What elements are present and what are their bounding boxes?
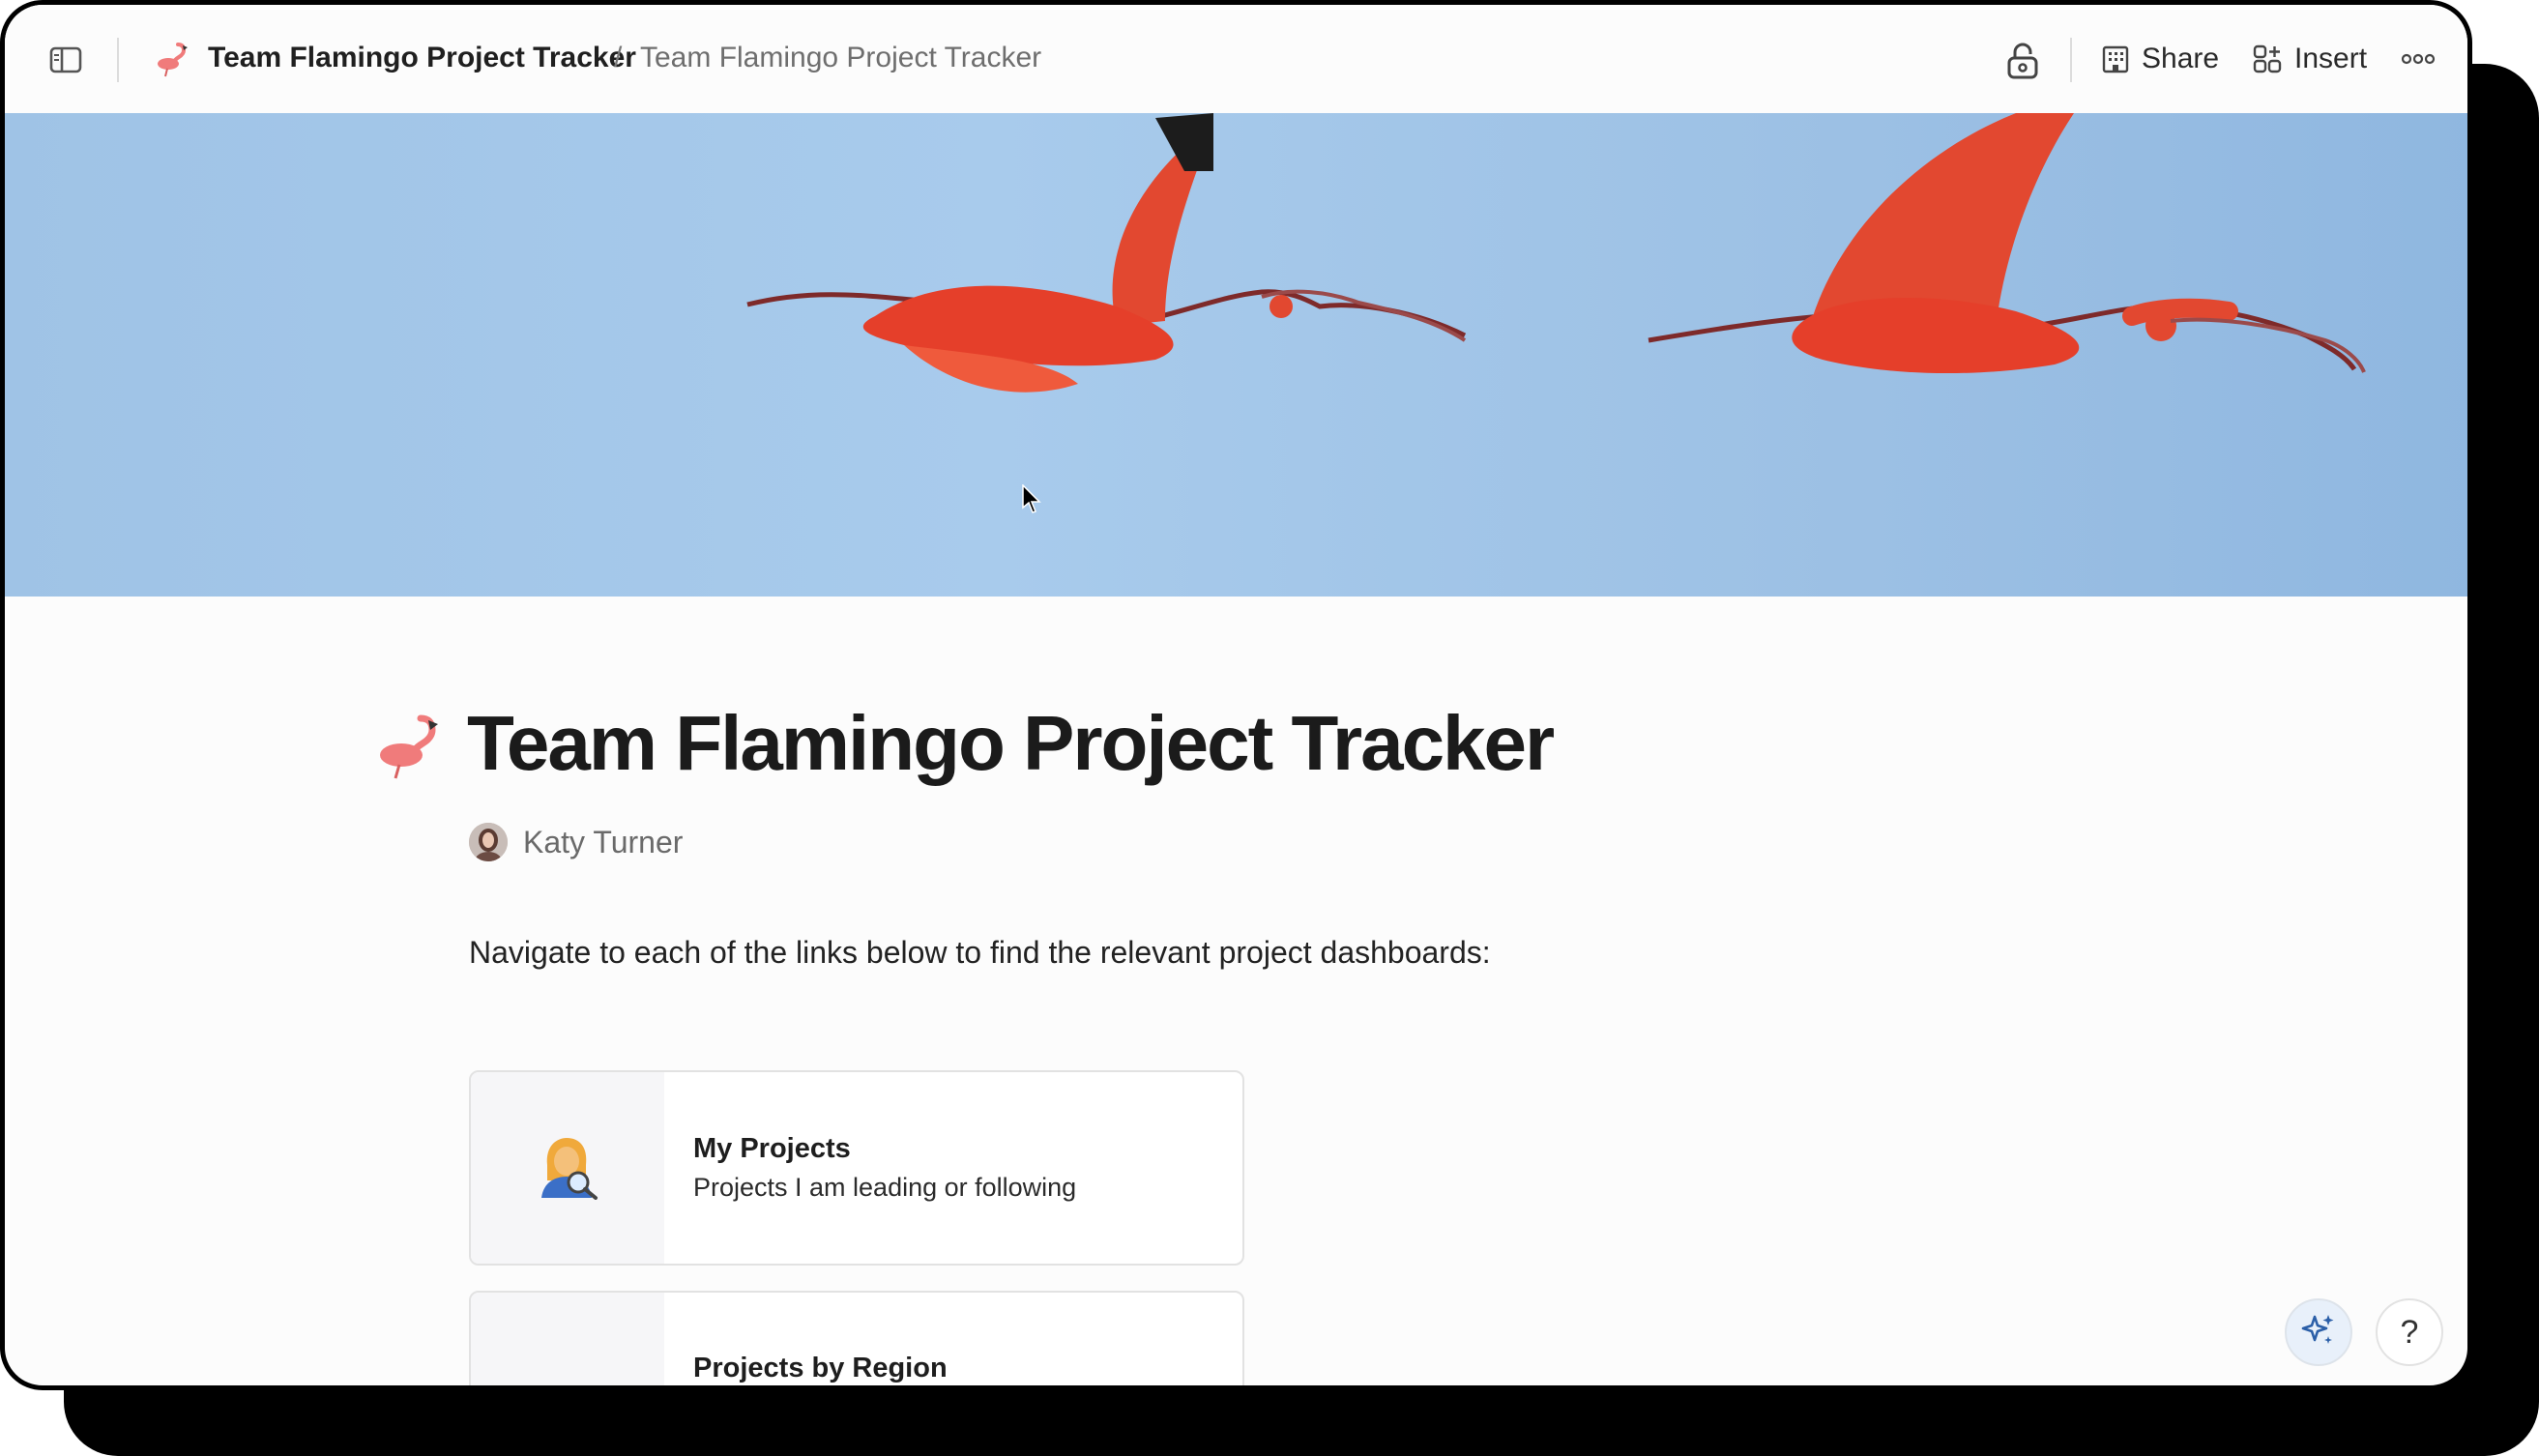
toolbar-divider bbox=[2070, 38, 2072, 82]
insert-widget-icon bbox=[2252, 44, 2283, 74]
avatar[interactable] bbox=[469, 823, 508, 861]
author-name[interactable]: Katy Turner bbox=[523, 825, 683, 860]
breadcrumb-page-title[interactable]: Team Flamingo Project Tracker bbox=[640, 42, 1041, 74]
more-options-icon[interactable] bbox=[2399, 44, 2437, 74]
lock-icon[interactable] bbox=[2004, 42, 2041, 80]
card-thumbnail bbox=[471, 1293, 664, 1391]
toolbar-divider bbox=[117, 38, 119, 82]
top-bar: Team Flamingo Project Tracker / Team Fla… bbox=[5, 5, 2467, 113]
mouse-cursor-icon bbox=[1022, 483, 1041, 515]
card-description: Projects I am leading or following bbox=[693, 1173, 1077, 1202]
scarlet-ibis-left bbox=[746, 113, 1467, 393]
share-button[interactable]: Share bbox=[2101, 38, 2219, 80]
author-byline: Katy Turner bbox=[469, 823, 683, 861]
building-icon bbox=[2101, 44, 2130, 73]
help-button[interactable]: ? bbox=[2376, 1298, 2443, 1366]
page-title[interactable]: Team Flamingo Project Tracker bbox=[467, 699, 1555, 788]
card-title: My Projects bbox=[693, 1133, 851, 1164]
card-thumbnail bbox=[471, 1072, 664, 1264]
share-label: Share bbox=[2142, 43, 2220, 74]
intro-text: Navigate to each of the links below to f… bbox=[469, 935, 1491, 970]
sidebar-toggle-icon[interactable] bbox=[49, 44, 82, 76]
cover-image[interactable] bbox=[5, 113, 2467, 597]
breadcrumb-separator: / bbox=[614, 42, 623, 73]
sparkle-icon bbox=[2301, 1313, 2336, 1353]
flamingo-icon[interactable] bbox=[152, 40, 190, 78]
link-card-projects-by-region[interactable]: Projects by Region bbox=[469, 1291, 1244, 1391]
app-window: Team Flamingo Project Tracker / Team Fla… bbox=[0, 0, 2472, 1390]
breadcrumb-doc-title[interactable]: Team Flamingo Project Tracker bbox=[208, 42, 636, 74]
flamingo-page-icon[interactable] bbox=[372, 711, 442, 780]
card-title: Projects by Region bbox=[693, 1353, 948, 1383]
insert-button[interactable]: Insert bbox=[2252, 38, 2367, 80]
ai-assistant-button[interactable] bbox=[2285, 1298, 2352, 1366]
link-card-my-projects[interactable]: My Projects Projects I am leading or fol… bbox=[469, 1070, 1244, 1266]
insert-label: Insert bbox=[2294, 43, 2368, 74]
scarlet-ibis-right bbox=[1648, 113, 2366, 374]
globe-icon bbox=[539, 1386, 597, 1391]
woman-detective-icon bbox=[534, 1132, 601, 1205]
